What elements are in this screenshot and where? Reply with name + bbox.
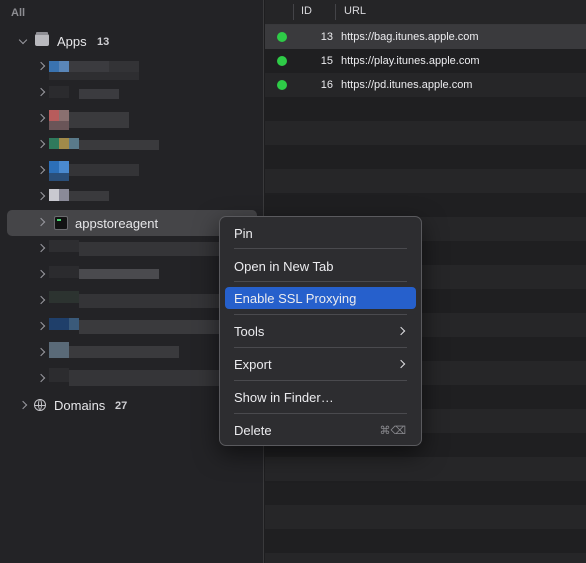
chevron-right-icon[interactable] (36, 87, 46, 97)
menu-item-label: Enable SSL Proxying (234, 291, 357, 306)
chevron-right-icon (396, 359, 406, 369)
empty-row-stripe (265, 529, 586, 553)
table-row[interactable]: 15 https://play.itunes.apple.com (265, 49, 586, 73)
app-window: All Apps 13 appstoreagent Domains 27 ID … (0, 0, 586, 563)
menu-item-label: Show in Finder… (234, 390, 334, 405)
app-name-label[interactable]: appstoreagent (75, 216, 158, 231)
empty-row-stripe (265, 169, 586, 193)
menu-item-label: Pin (234, 226, 253, 241)
row-url: https://pd.itunes.apple.com (341, 79, 473, 91)
menu-item-label: Tools (234, 324, 265, 339)
table-header: ID URL (265, 0, 586, 25)
menu-item-export[interactable]: Export (225, 353, 416, 375)
empty-row-stripe (265, 481, 586, 505)
column-separator[interactable] (335, 4, 336, 20)
keyboard-shortcut: ⌘⌫ (379, 425, 406, 437)
domains-group-label[interactable]: Domains (54, 398, 105, 413)
menu-item-show-in-finder[interactable]: Show in Finder… (225, 386, 416, 408)
empty-row-stripe (265, 505, 586, 529)
chevron-right-icon[interactable] (18, 400, 28, 410)
context-menu: Pin Open in New Tab Enable SSL Proxying … (219, 216, 422, 446)
menu-item-enable-ssl-proxying[interactable]: Enable SSL Proxying (225, 287, 416, 309)
chevron-right-icon[interactable] (36, 347, 46, 357)
empty-row-stripe (265, 145, 586, 169)
row-id: 15 (320, 55, 333, 67)
menu-item-delete[interactable]: Delete ⌘⌫ (225, 419, 416, 441)
chevron-right-icon[interactable] (36, 191, 46, 201)
chevron-right-icon[interactable] (36, 61, 46, 71)
column-header-id[interactable]: ID (301, 5, 312, 17)
menu-separator (234, 248, 407, 249)
table-row[interactable]: 13 https://bag.itunes.apple.com (265, 25, 586, 49)
empty-row-stripe (265, 457, 586, 481)
row-url: https://bag.itunes.apple.com (341, 31, 479, 43)
table-row[interactable]: 16 https://pd.itunes.apple.com (265, 73, 586, 97)
menu-separator (234, 413, 407, 414)
empty-row-stripe (265, 193, 586, 217)
row-url: https://play.itunes.apple.com (341, 55, 480, 67)
menu-separator (234, 380, 407, 381)
row-id: 13 (320, 31, 333, 43)
chevron-right-icon[interactable] (36, 113, 46, 123)
apps-group-label[interactable]: Apps (57, 34, 87, 49)
menu-item-label: Open in New Tab (234, 259, 334, 274)
column-header-url[interactable]: URL (344, 5, 366, 17)
empty-row-stripe (265, 553, 586, 563)
menu-separator (234, 347, 407, 348)
menu-item-pin[interactable]: Pin (225, 222, 416, 244)
chevron-down-icon[interactable] (18, 35, 28, 45)
column-separator[interactable] (293, 4, 294, 20)
sidebar-section-all[interactable]: All (11, 7, 25, 19)
menu-item-tools[interactable]: Tools (225, 320, 416, 342)
chevron-right-icon[interactable] (36, 165, 46, 175)
chevron-right-icon[interactable] (36, 269, 46, 279)
chevron-right-icon[interactable] (36, 295, 46, 305)
menu-separator (234, 281, 407, 282)
empty-row-stripe (265, 97, 586, 121)
menu-item-label: Delete (234, 423, 272, 438)
chevron-right-icon[interactable] (36, 243, 46, 253)
chevron-right-icon[interactable] (36, 139, 46, 149)
menu-separator (234, 314, 407, 315)
empty-row-stripe (265, 121, 586, 145)
terminal-icon (54, 216, 68, 230)
menu-item-label: Export (234, 357, 272, 372)
menu-item-open-in-new-tab[interactable]: Open in New Tab (225, 255, 416, 277)
domains-count: 27 (115, 400, 128, 412)
apps-count: 13 (97, 36, 110, 48)
globe-icon (34, 399, 46, 411)
chevron-right-icon[interactable] (36, 321, 46, 331)
row-id: 16 (320, 79, 333, 91)
chevron-right-icon[interactable] (36, 373, 46, 383)
chevron-right-icon (396, 326, 406, 336)
folder-icon (35, 32, 49, 46)
